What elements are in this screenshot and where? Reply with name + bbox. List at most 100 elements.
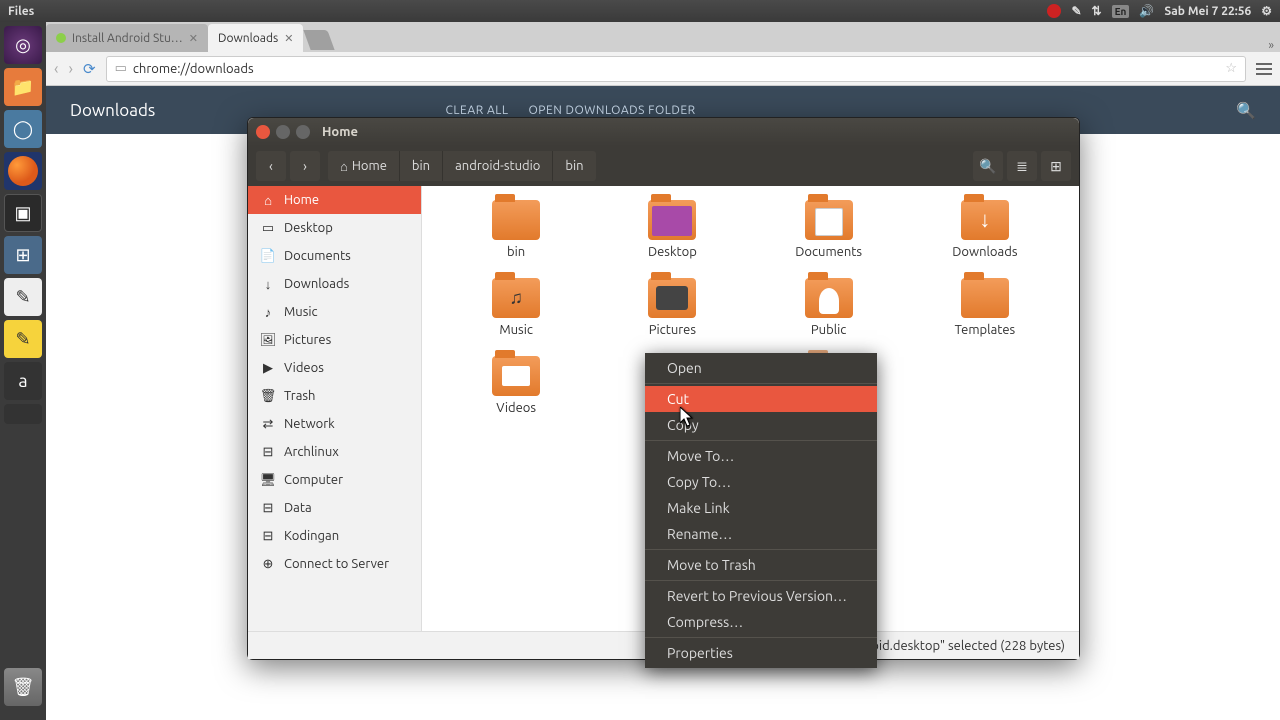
network-icon[interactable]: ⇅ (1092, 4, 1102, 18)
folder-public[interactable]: Public (755, 278, 903, 338)
separator (645, 580, 877, 581)
sidebar-item-downloads[interactable]: ↓Downloads (248, 270, 421, 298)
close-tab-icon[interactable]: ✕ (189, 32, 198, 45)
folder-documents[interactable]: Documents (755, 200, 903, 260)
sidebar-item-data[interactable]: ⊟Data (248, 494, 421, 522)
keyboard-indicator[interactable]: En (1112, 5, 1130, 18)
settings-gear-icon[interactable]: ⚙ (1261, 4, 1272, 18)
ctx-open[interactable]: Open (645, 355, 877, 381)
folder-templates[interactable]: Templates (911, 278, 1059, 338)
mouse-cursor-icon (680, 407, 694, 427)
grid-view-button[interactable]: ⊞ (1041, 151, 1071, 181)
clock[interactable]: Sab Mei 7 22:56 (1164, 5, 1251, 18)
path-segment-home[interactable]: ⌂ Home (328, 151, 400, 181)
network-icon: ⇄ (260, 416, 276, 432)
forward-button[interactable]: › (69, 60, 74, 78)
dash-icon[interactable]: ◎ (4, 26, 42, 64)
sidebar-item-trash[interactable]: 🗑Trash (248, 382, 421, 410)
app2-launcher-icon[interactable]: a (4, 362, 42, 400)
sidebar-item-desktop[interactable]: ▭Desktop (248, 214, 421, 242)
terminal-launcher-icon[interactable]: ▣ (4, 194, 42, 232)
tabbar-overflow-icon[interactable]: » (1262, 39, 1280, 52)
document-icon: 📄 (260, 248, 276, 264)
folder-bin[interactable]: bin (442, 200, 590, 260)
drive-icon: ⊟ (260, 528, 276, 544)
app-launcher-icon[interactable]: ⊞ (4, 236, 42, 274)
path-segment[interactable]: android-studio (443, 151, 553, 181)
close-tab-icon[interactable]: ✕ (284, 32, 293, 45)
sidebar-item-archlinux[interactable]: ⊟Archlinux (248, 438, 421, 466)
path-segment[interactable]: bin (400, 151, 443, 181)
firefox-launcher-icon[interactable] (4, 152, 42, 190)
open-downloads-folder-button[interactable]: OPEN DOWNLOADS FOLDER (528, 104, 695, 117)
notes-launcher-icon[interactable]: ✎ (4, 320, 42, 358)
nautilus-toolbar: ‹ › ⌂ Home bin android-studio bin 🔍 ≣ ⊞ (248, 146, 1079, 186)
files-launcher-icon[interactable]: 📁 (4, 68, 42, 106)
folder-music[interactable]: Music (442, 278, 590, 338)
nav-back-button[interactable]: ‹ (256, 151, 286, 181)
sidebar-item-pictures[interactable]: 🖼Pictures (248, 326, 421, 354)
nav-forward-button[interactable]: › (290, 151, 320, 181)
clear-all-button[interactable]: CLEAR ALL (446, 104, 509, 117)
record-icon[interactable] (1047, 4, 1061, 18)
sidebar-item-home[interactable]: ⌂Home (248, 186, 421, 214)
ctx-rename[interactable]: Rename… (645, 521, 877, 547)
drive-icon: ⊟ (260, 444, 276, 460)
chromium-launcher-icon[interactable]: ◯ (4, 110, 42, 148)
folder-videos[interactable]: Videos (442, 356, 590, 428)
list-view-button[interactable]: ≣ (1007, 151, 1037, 181)
sidebar-item-network[interactable]: ⇄Network (248, 410, 421, 438)
bookmark-star-icon[interactable]: ☆ (1225, 61, 1237, 76)
ctx-properties[interactable]: Properties (645, 640, 877, 666)
nautilus-sidebar: ⌂Home ▭Desktop 📄Documents ↓Downloads ♪Mu… (248, 186, 422, 631)
top-menubar: Files ✎ ⇅ En 🔊 Sab Mei 7 22:56 ⚙ (0, 0, 1280, 22)
folder-downloads[interactable]: Downloads (911, 200, 1059, 260)
sidebar-item-music[interactable]: ♪Music (248, 298, 421, 326)
folder-icon (492, 356, 540, 396)
ctx-make-link[interactable]: Make Link (645, 495, 877, 521)
window-titlebar[interactable]: Home (248, 118, 1079, 146)
download-icon: ↓ (260, 276, 276, 292)
new-tab-button[interactable] (304, 30, 335, 50)
context-menu: Open Cut Copy Move To… Copy To… Make Lin… (645, 353, 877, 668)
ctx-trash[interactable]: Move to Trash (645, 552, 877, 578)
sidebar-item-videos[interactable]: ▶Videos (248, 354, 421, 382)
sidebar-item-kodingan[interactable]: ⊟Kodingan (248, 522, 421, 550)
folder-pictures[interactable]: Pictures (598, 278, 746, 338)
sidebar-item-connect[interactable]: ⊕Connect to Server (248, 550, 421, 578)
window-minimize-button[interactable] (276, 125, 290, 139)
ctx-compress[interactable]: Compress… (645, 609, 877, 635)
folder-icon (805, 278, 853, 318)
folder-icon (961, 278, 1009, 318)
reload-button[interactable]: ⟳ (83, 60, 96, 78)
tab-install-android[interactable]: Install Android Stu… ✕ (46, 24, 208, 52)
tab-downloads[interactable]: Downloads ✕ (208, 24, 303, 52)
ctx-move-to[interactable]: Move To… (645, 443, 877, 469)
path-bar: ⌂ Home bin android-studio bin (328, 151, 596, 181)
trash-icon: 🗑 (260, 388, 276, 404)
back-button[interactable]: ‹ (54, 60, 59, 78)
home-icon: ⌂ (340, 159, 348, 174)
chrome-menu-icon[interactable] (1256, 63, 1272, 75)
gedit-launcher-icon[interactable]: ✎ (4, 278, 42, 316)
omnibox[interactable]: ▭ chrome://downloads ☆ (106, 56, 1246, 82)
volume-icon[interactable]: 🔊 (1139, 4, 1154, 18)
tab-label: Install Android Stu… (72, 32, 183, 45)
path-segment[interactable]: bin (553, 151, 595, 181)
separator (645, 383, 877, 384)
folder-desktop[interactable]: Desktop (598, 200, 746, 260)
computer-icon: 🖥 (260, 472, 276, 488)
search-button[interactable]: 🔍 (973, 151, 1003, 181)
menubar-app[interactable]: Files (8, 5, 34, 18)
edit-icon[interactable]: ✎ (1071, 4, 1081, 18)
search-icon[interactable]: 🔍 (1236, 101, 1256, 120)
ctx-copy-to[interactable]: Copy To… (645, 469, 877, 495)
sidebar-item-documents[interactable]: 📄Documents (248, 242, 421, 270)
folder-icon (648, 200, 696, 240)
sidebar-item-computer[interactable]: 🖥Computer (248, 466, 421, 494)
trash-launcher-icon[interactable]: 🗑 (4, 668, 42, 706)
ctx-revert[interactable]: Revert to Previous Version… (645, 583, 877, 609)
app3-launcher-icon[interactable] (4, 404, 42, 424)
window-maximize-button[interactable] (296, 125, 310, 139)
window-close-button[interactable] (256, 125, 270, 139)
